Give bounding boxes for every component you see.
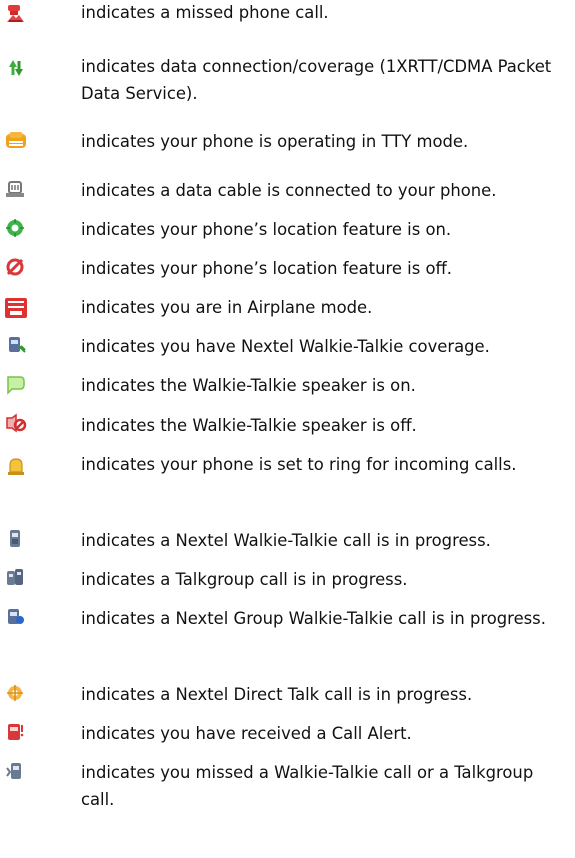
data-connection-icon — [9, 60, 23, 76]
missed-call-icon — [7, 5, 24, 22]
call-alert-icon — [8, 724, 24, 740]
location-on-icon — [6, 219, 24, 237]
walkie-talkie-coverage-icon — [9, 337, 26, 353]
list-item-text: indicates you have received a Call Alert… — [81, 724, 412, 743]
speaker-on-icon — [7, 376, 25, 395]
list-item-text: indicates a Nextel Group Walkie-Talkie c… — [81, 609, 546, 628]
list-item-text: indicates data connection/coverage (1XRT… — [81, 57, 552, 103]
list-item-text: indicates your phone is set to ring for … — [81, 455, 517, 474]
list-item-text: indicates a data cable is connected to y… — [81, 181, 497, 200]
phone-off-icon — [5, 298, 27, 318]
group-call-icon — [8, 609, 24, 624]
list-item-text: indicates a Nextel Direct Talk call is i… — [81, 685, 473, 704]
tty-mode-icon — [6, 132, 26, 148]
list-item-text: indicates a Talkgroup call is in progres… — [81, 570, 408, 589]
list-item-text: indicates your phone is operating in TTY… — [81, 132, 469, 151]
list-item-text: indicates the Walkie-Talkie speaker is o… — [81, 416, 417, 435]
direct-talk-icon — [7, 685, 23, 701]
status-icon-legend: indicates a missed phone call. indicates… — [0, 0, 575, 858]
list-item-text: indicates your phone’s location feature … — [81, 220, 452, 239]
list-item-text: indicates your phone’s location feature … — [81, 259, 452, 278]
data-cable-icon — [6, 181, 24, 197]
list-item-text: indicates you are in Airplane mode. — [81, 298, 373, 317]
walkie-talkie-call-icon — [10, 530, 20, 547]
list-item-text: indicates a Nextel Walkie-Talkie call is… — [81, 531, 491, 550]
speaker-off-icon — [6, 413, 27, 433]
missed-walkie-talkie-icon — [6, 763, 21, 779]
ringer-bell-icon — [8, 458, 24, 475]
talkgroup-call-icon — [7, 569, 23, 585]
list-item-text: indicates you have Nextel Walkie-Talkie … — [81, 337, 490, 356]
list-item-text: indicates the Walkie-Talkie speaker is o… — [81, 376, 416, 395]
list-item-text: indicates you missed a Walkie-Talkie cal… — [81, 763, 534, 809]
location-off-icon — [6, 258, 24, 276]
list-item-text: indicates a missed phone call. — [81, 3, 329, 22]
